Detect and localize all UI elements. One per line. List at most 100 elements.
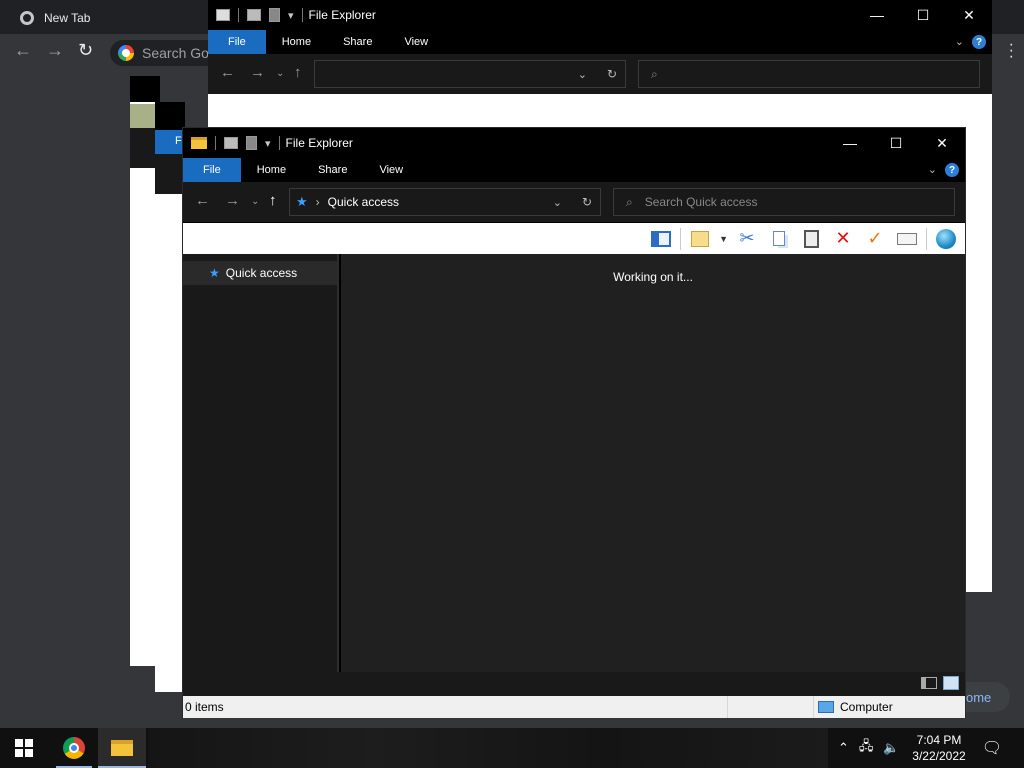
up-arrow-icon[interactable]: ↑ <box>269 192 277 209</box>
taskbar-chrome-button[interactable] <box>50 728 98 768</box>
chrome-icon <box>63 737 85 759</box>
qat-dropdown-icon[interactable]: ▾ <box>265 137 271 150</box>
address-dropdown-icon[interactable]: ⌄ <box>553 196 562 209</box>
help-icon[interactable]: ? <box>972 35 986 49</box>
chrome-tab-title: New Tab <box>44 11 91 25</box>
forward-arrow-icon[interactable]: → <box>250 64 265 81</box>
status-location-label: Computer <box>840 700 893 714</box>
help-icon[interactable]: ? <box>945 163 959 177</box>
new-folder-icon[interactable] <box>269 8 280 22</box>
ribbon-tabs: File Home Share View <box>183 158 965 182</box>
window-title: File Explorer <box>308 8 376 22</box>
start-button[interactable] <box>0 728 48 768</box>
forward-arrow-icon[interactable]: → <box>225 192 240 209</box>
search-box[interactable]: ⌕ <box>638 60 980 88</box>
breadcrumb-chevron-icon[interactable]: › <box>316 195 320 209</box>
maximize-button[interactable]: ☐ <box>900 0 946 30</box>
search-icon: ⌕ <box>651 66 658 81</box>
loading-status: Working on it... <box>613 270 693 284</box>
maximize-button[interactable]: ☐ <box>873 128 919 158</box>
partial-file-tab[interactable]: F <box>155 130 185 154</box>
folder-icon <box>191 137 207 149</box>
globe-icon[interactable] <box>933 227 959 251</box>
new-folder-icon[interactable] <box>246 136 257 150</box>
delete-icon[interactable]: ✕ <box>830 227 856 251</box>
address-dropdown-icon[interactable]: ⌄ <box>578 68 587 81</box>
folder-options-dropdown-icon[interactable]: ▼ <box>719 234 728 244</box>
tab-file[interactable]: File <box>208 30 266 54</box>
address-bar[interactable]: ★ › Quick access ⌄ ↻ <box>289 188 601 216</box>
chrome-tab-icon <box>20 11 34 25</box>
close-button[interactable]: ✕ <box>919 128 965 158</box>
status-item-count: 0 items <box>185 700 224 714</box>
preview-pane-icon[interactable] <box>648 227 674 251</box>
details-view-icon[interactable] <box>921 677 937 689</box>
windows-logo-icon <box>15 739 33 757</box>
network-icon[interactable]: 🖧 <box>859 737 874 759</box>
tab-share[interactable]: Share <box>327 30 388 54</box>
chrome-tab-new-tab[interactable]: New Tab <box>8 2 208 34</box>
explorer-window: ▾ File Explorer — ☐ ✕ File Home Share Vi… <box>182 127 966 718</box>
taskbar-explorer-button[interactable] <box>98 728 146 768</box>
navigation-pane: ★ Quick access <box>183 254 339 672</box>
chevron-up-icon[interactable]: ⌃ <box>838 740 849 756</box>
tab-view[interactable]: View <box>363 158 419 182</box>
address-row: ← → ⌄ ↑ ★ › Quick access ⌄ ↻ ⌕ Search Qu… <box>183 182 965 222</box>
file-list[interactable]: Working on it... <box>341 254 965 672</box>
address-bar[interactable]: ⌄ ↻ <box>314 60 626 88</box>
status-location: Computer <box>813 696 965 718</box>
ribbon-expand-icon[interactable]: ⌄ <box>955 35 964 48</box>
nav-item-label: Quick access <box>225 266 298 280</box>
check-icon[interactable] <box>224 137 238 149</box>
recent-locations-icon[interactable]: ⌄ <box>251 196 259 207</box>
copy-icon[interactable] <box>766 227 792 251</box>
refresh-icon[interactable]: ↻ <box>607 67 617 81</box>
tab-home[interactable]: Home <box>266 30 327 54</box>
paste-icon[interactable] <box>798 227 824 251</box>
tab-home[interactable]: Home <box>241 158 302 182</box>
chrome-menu-icon[interactable]: · · · <box>1009 37 1014 65</box>
close-button[interactable]: ✕ <box>946 0 992 30</box>
up-arrow-icon[interactable]: ↑ <box>294 64 302 81</box>
folder-options-icon[interactable] <box>687 227 713 251</box>
minimize-button[interactable]: — <box>854 0 900 30</box>
recent-locations-icon[interactable]: ⌄ <box>276 68 284 79</box>
rename-icon[interactable] <box>894 227 920 251</box>
minimize-button[interactable]: — <box>827 128 873 158</box>
quick-access-toolbar: ▾ <box>208 8 303 22</box>
classic-toolbar: ▼ ✂ ✕ ✓ <box>183 223 965 254</box>
clock-time: 7:04 PM <box>916 733 962 747</box>
window-title: File Explorer <box>285 136 353 150</box>
notification-icon[interactable]: 🗨 <box>980 728 1004 768</box>
title-bar: ▾ File Explorer — ☐ ✕ <box>183 128 965 158</box>
clock[interactable]: 7:04 PM 3/22/2022 <box>910 728 968 768</box>
ribbon-expand-icon[interactable]: ⌄ <box>928 163 937 176</box>
check-icon[interactable] <box>247 9 261 21</box>
clock-date: 3/22/2022 <box>912 749 966 763</box>
nav-item-quick-access[interactable]: ★ Quick access <box>183 261 337 285</box>
title-bar: ▾ File Explorer — ☐ ✕ <box>208 0 992 30</box>
back-arrow-icon[interactable]: ← <box>220 64 235 81</box>
properties-icon[interactable] <box>216 9 230 21</box>
tab-share[interactable]: Share <box>302 158 363 182</box>
google-icon <box>118 45 134 61</box>
qat-dropdown-icon[interactable]: ▾ <box>288 9 294 22</box>
folder-icon <box>111 740 133 756</box>
reload-icon[interactable]: ↻ <box>78 40 93 61</box>
search-icon: ⌕ <box>626 194 633 209</box>
volume-icon[interactable]: 🔈 <box>883 740 899 756</box>
tab-file[interactable]: File <box>183 158 241 182</box>
tab-view[interactable]: View <box>388 30 444 54</box>
back-arrow-icon[interactable]: ← <box>14 40 32 61</box>
refresh-icon[interactable]: ↻ <box>582 195 592 209</box>
search-box[interactable]: ⌕ Search Quick access <box>613 188 955 216</box>
cut-icon[interactable]: ✂ <box>734 227 760 251</box>
checkmark-icon[interactable]: ✓ <box>862 227 888 251</box>
omnibox-placeholder: Search Goo <box>142 45 217 61</box>
forward-arrow-icon[interactable]: → <box>46 40 64 61</box>
home-button-label: ome <box>966 689 992 705</box>
view-strip <box>183 672 965 696</box>
quick-access-star-icon: ★ <box>296 194 308 209</box>
large-icons-view-icon[interactable] <box>943 676 959 690</box>
back-arrow-icon[interactable]: ← <box>195 192 210 209</box>
